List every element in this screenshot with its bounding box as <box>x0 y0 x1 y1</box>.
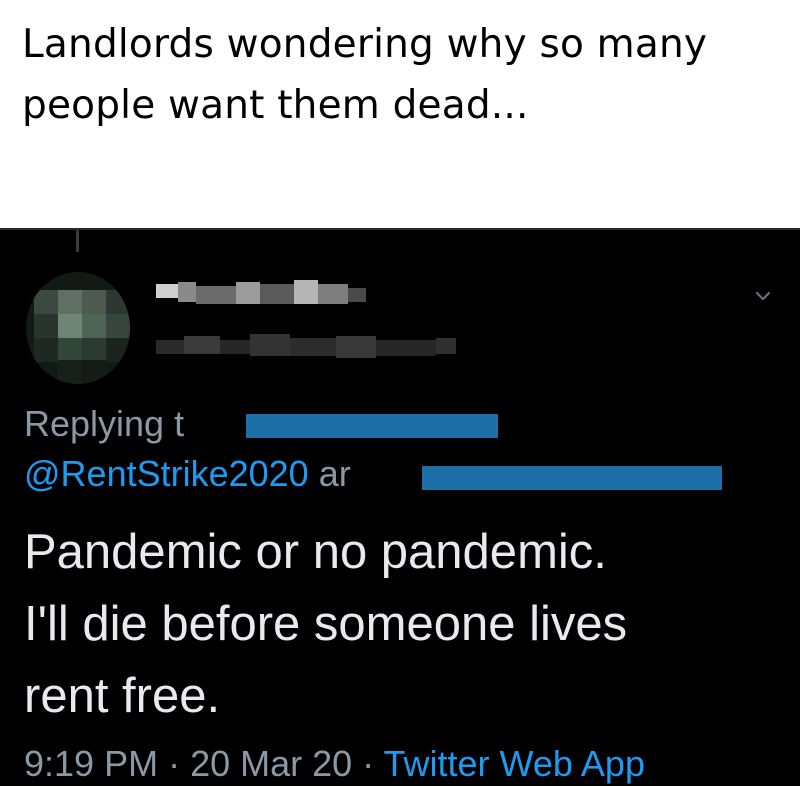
avatar[interactable] <box>26 272 130 384</box>
caption-line-1: Landlords wondering why so many <box>22 22 708 67</box>
redacted-mention-1 <box>246 414 498 438</box>
tweet-source-link[interactable]: Twitter Web App <box>384 743 645 784</box>
tweet-text-line-3: rent free. <box>24 669 221 723</box>
tweet-date[interactable]: 20 Mar 20 <box>190 743 352 784</box>
separator-2: · <box>352 743 384 784</box>
redacted-mention-2 <box>422 466 722 490</box>
separator-1: · <box>158 743 191 784</box>
caption-line-2: people want them dead... <box>22 83 529 128</box>
replying-to-label: Replying t <box>24 403 185 444</box>
tweet-text-line-2: I'll die before someone lives <box>24 597 628 651</box>
tweet-time[interactable]: 9:19 PM <box>24 743 158 784</box>
mention-suffix: ar <box>308 453 351 494</box>
author-name-redacted[interactable] <box>148 278 468 378</box>
tweet-body: Pandemic or no pandemic. I'll die before… <box>24 516 784 732</box>
meme-caption: Landlords wondering why so many people w… <box>0 0 800 228</box>
chevron-down-icon[interactable] <box>753 286 773 306</box>
tweet-metadata: 9:19 PM · 20 Mar 20 · Twitter Web App <box>24 740 794 786</box>
tweet-card: Replying t @RentStrike2020 ar Pandemic o… <box>0 228 800 786</box>
thread-connector-line <box>76 230 79 252</box>
tweet-text-line-1: Pandemic or no pandemic. <box>24 525 607 579</box>
mention-link[interactable]: @RentStrike2020 <box>24 453 309 494</box>
